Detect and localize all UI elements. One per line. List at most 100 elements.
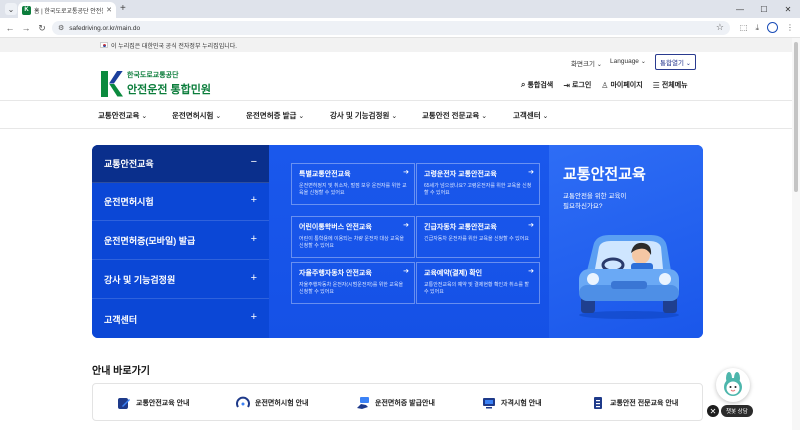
- profile-icon[interactable]: [767, 22, 778, 33]
- mypage-link[interactable]: ♙ 마이페이지: [601, 80, 642, 90]
- nav-instructor[interactable]: 강사 및 기능검정원: [330, 110, 397, 121]
- link-card-desc: 자율주행자동차 운전자(시범운전자)를 위한 교육을 신청할 수 있어요: [299, 282, 404, 295]
- link-card-emergency-vehicle-education[interactable]: 긴급자동차 교통안전교육 ➔ 긴급자동차 운전자를 위한 교육을 신청할 수 있…: [416, 216, 540, 258]
- side-item-license-exam[interactable]: 운전면허시험 +: [92, 183, 269, 221]
- hero-panel: 교통안전교육 − 운전면허시험 + 운전면허증(모바일) 발급 + 강사 및 기…: [92, 145, 703, 338]
- chatbot-label[interactable]: 챗봇 상담: [721, 405, 753, 417]
- integrated-open-button[interactable]: 통합열기: [655, 54, 696, 70]
- link-card-reservation-check[interactable]: 교육예약(결제) 확인 ➔ 교통안전교육의 예약 및 결제현황 확인과 취소를 …: [416, 262, 540, 304]
- hamburger-icon: ☰: [652, 80, 660, 90]
- arrow-right-icon: ➔: [528, 169, 534, 176]
- steering-wheel-icon: [236, 396, 250, 410]
- back-icon[interactable]: ←: [4, 22, 16, 34]
- site-logo[interactable]: 한국도로교통공단 안전운전 통합민원: [101, 70, 211, 97]
- quick-item-label: 운전면허시험 안내: [255, 400, 309, 407]
- link-card-school-bus-education[interactable]: 어린이통학버스 안전교육 ➔ 어린이 통학용에 이용되는 차량 운전자 대상 교…: [291, 216, 415, 258]
- language-menu[interactable]: Language: [610, 58, 646, 65]
- education-links: 특별교통안전교육 ➔ 운전면허정지 및 취소자, 벌점 보유 운전자를 위한 교…: [269, 145, 549, 338]
- quick-item-professional-education[interactable]: 교통안전 전문교육 안내: [591, 396, 678, 410]
- expand-icon: +: [250, 233, 257, 245]
- pen-paper-icon: [117, 396, 131, 410]
- chatbot-button[interactable]: [716, 368, 750, 402]
- nav-customer-center[interactable]: 고객센터: [513, 110, 548, 121]
- close-window-icon[interactable]: ✕: [776, 0, 800, 18]
- gov-notice-text: 이 누리집은 대한민국 공식 전자정부 누리집입니다.: [111, 44, 237, 50]
- quick-item-label: 교통안전교육 안내: [136, 400, 190, 407]
- logo-service-name: 안전운전 통합민원: [127, 84, 212, 96]
- side-item-label: 운전면허시험: [104, 197, 154, 207]
- download-icon[interactable]: ⤓: [755, 22, 759, 34]
- logo-mark-icon: [101, 70, 123, 97]
- maximize-icon[interactable]: ☐: [752, 0, 776, 18]
- link-card-autonomous-vehicle-education[interactable]: 자율주행자동차 안전교육 ➔ 자율주행자동차 운전자(시범운전자)를 위한 교육…: [291, 262, 415, 304]
- expand-icon: +: [250, 272, 257, 284]
- arrow-right-icon: ➔: [528, 222, 534, 229]
- side-item-customer-center[interactable]: 고객센터 +: [92, 300, 269, 338]
- page-scrollbar[interactable]: [792, 38, 800, 430]
- link-card-desc: 긴급자동차 운전자를 위한 교육을 신청할 수 있어요: [424, 236, 529, 242]
- quick-item-label: 자격시험 안내: [501, 400, 542, 407]
- link-card-title: 고령운전자 교통안전교육: [424, 171, 497, 178]
- browser-menu-icon[interactable]: ⋮: [786, 22, 794, 34]
- minimize-icon[interactable]: —: [728, 0, 752, 18]
- login-link-label: 로그인: [571, 82, 592, 89]
- nav-license-issuance[interactable]: 운전면허증 발급: [246, 110, 304, 121]
- link-card-title: 어린이통학버스 안전교육: [299, 224, 372, 231]
- tab-search-icon[interactable]: ⌄: [5, 3, 17, 15]
- expand-icon: +: [250, 194, 257, 206]
- extensions-icon[interactable]: ⬚: [740, 22, 748, 34]
- quick-item-qualification-exam[interactable]: 자격시험 안내: [482, 396, 542, 410]
- promo-panel: 교통안전교육 교통안전을 위한 교육이 필요하신가요?: [549, 145, 703, 338]
- font-size-menu[interactable]: 화면크기: [571, 58, 602, 68]
- nav-license-exam[interactable]: 운전면허시험: [172, 110, 221, 121]
- forward-icon[interactable]: →: [20, 22, 32, 34]
- new-tab-icon[interactable]: +: [120, 3, 126, 15]
- reload-icon[interactable]: ↻: [36, 22, 48, 34]
- search-link[interactable]: ⌕ 통합검색: [521, 80, 553, 90]
- link-card-title: 긴급자동차 교통안전교육: [424, 224, 497, 231]
- promo-subtitle-line1: 교통안전을 위한 교육이: [563, 193, 627, 200]
- link-card-desc: 어린이 통학용에 이용되는 차량 운전자 대상 교육을 신청할 수 있어요: [299, 236, 404, 249]
- arrow-right-icon: ➔: [403, 268, 409, 275]
- browser-tab[interactable]: K 홈 | 한국도로교통공단 안전운전 ✕: [18, 2, 116, 18]
- quick-item-traffic-education[interactable]: 교통안전교육 안내: [117, 396, 189, 410]
- link-card-title: 교육예약(결제) 확인: [424, 270, 483, 277]
- side-item-label: 강사 및 기능검정원: [104, 275, 176, 285]
- nav-traffic-education[interactable]: 교통안전교육: [98, 110, 147, 121]
- search-icon: ⌕: [521, 80, 526, 89]
- nav-professional-education[interactable]: 교통안전 전문교육: [422, 110, 487, 121]
- link-card-title: 특별교통안전교육: [299, 171, 351, 178]
- link-card-special-education[interactable]: 특별교통안전교육 ➔ 운전면허정지 및 취소자, 벌점 보유 운전자를 위한 교…: [291, 163, 415, 205]
- quick-item-label: 교통안전 전문교육 안내: [610, 400, 679, 407]
- side-item-traffic-education[interactable]: 교통안전교육 −: [92, 145, 269, 183]
- header-links: ⌕ 통합검색 ⇥ 로그인 ♙ 마이페이지 ☰ 전체메뉴: [521, 80, 688, 90]
- quick-item-license-issuance[interactable]: 운전면허증 발급안내: [356, 396, 435, 410]
- quick-item-license-exam[interactable]: 운전면허시험 안내: [236, 396, 308, 410]
- login-link[interactable]: ⇥ 로그인: [563, 80, 591, 90]
- link-card-senior-education[interactable]: 고령운전자 교통안전교육 ➔ 65세가 넘으셨나요? 고령운전자를 위한 교육을…: [416, 163, 540, 205]
- link-card-desc: 교통안전교육의 예약 및 결제현황 확인과 취소를 할 수 있어요: [424, 282, 529, 295]
- browser-tabbar: ⌄ K 홈 | 한국도로교통공단 안전운전 ✕ + — ☐ ✕: [0, 0, 800, 18]
- link-card-desc: 운전면허정지 및 취소자, 벌점 보유 운전자를 위한 교육을 신청할 수 있어…: [299, 183, 407, 196]
- all-menu-link[interactable]: ☰ 전체메뉴: [653, 80, 688, 90]
- id-card-hand-icon: [356, 396, 370, 410]
- document-stack-icon: [591, 396, 605, 410]
- side-item-license-issuance[interactable]: 운전면허증(모바일) 발급 +: [92, 222, 269, 260]
- quick-links-title: 안내 바로가기: [92, 366, 150, 377]
- tab-close-icon[interactable]: ✕: [106, 6, 112, 14]
- search-link-label: 통합검색: [527, 82, 554, 89]
- url-field[interactable]: ⚙ safedriving.or.kr/main.do ☆: [52, 21, 730, 35]
- side-item-label: 교통안전교육: [104, 159, 154, 169]
- side-item-label: 운전면허증(모바일) 발급: [104, 236, 196, 246]
- chatbot-close-icon[interactable]: ✕: [707, 405, 719, 417]
- side-item-label: 고객센터: [104, 314, 138, 325]
- side-item-instructor[interactable]: 강사 및 기능검정원 +: [92, 261, 269, 299]
- promo-subtitle-line2: 필요하신가요?: [563, 203, 603, 210]
- site-info-icon[interactable]: ⚙: [58, 24, 64, 32]
- arrow-right-icon: ➔: [403, 222, 409, 229]
- scrollbar-thumb[interactable]: [794, 42, 798, 192]
- mypage-link-label: 마이페이지: [610, 82, 643, 89]
- arrow-right-icon: ➔: [528, 268, 534, 275]
- site-favicon-icon: K: [22, 5, 31, 15]
- bookmark-star-icon[interactable]: ☆: [716, 22, 724, 33]
